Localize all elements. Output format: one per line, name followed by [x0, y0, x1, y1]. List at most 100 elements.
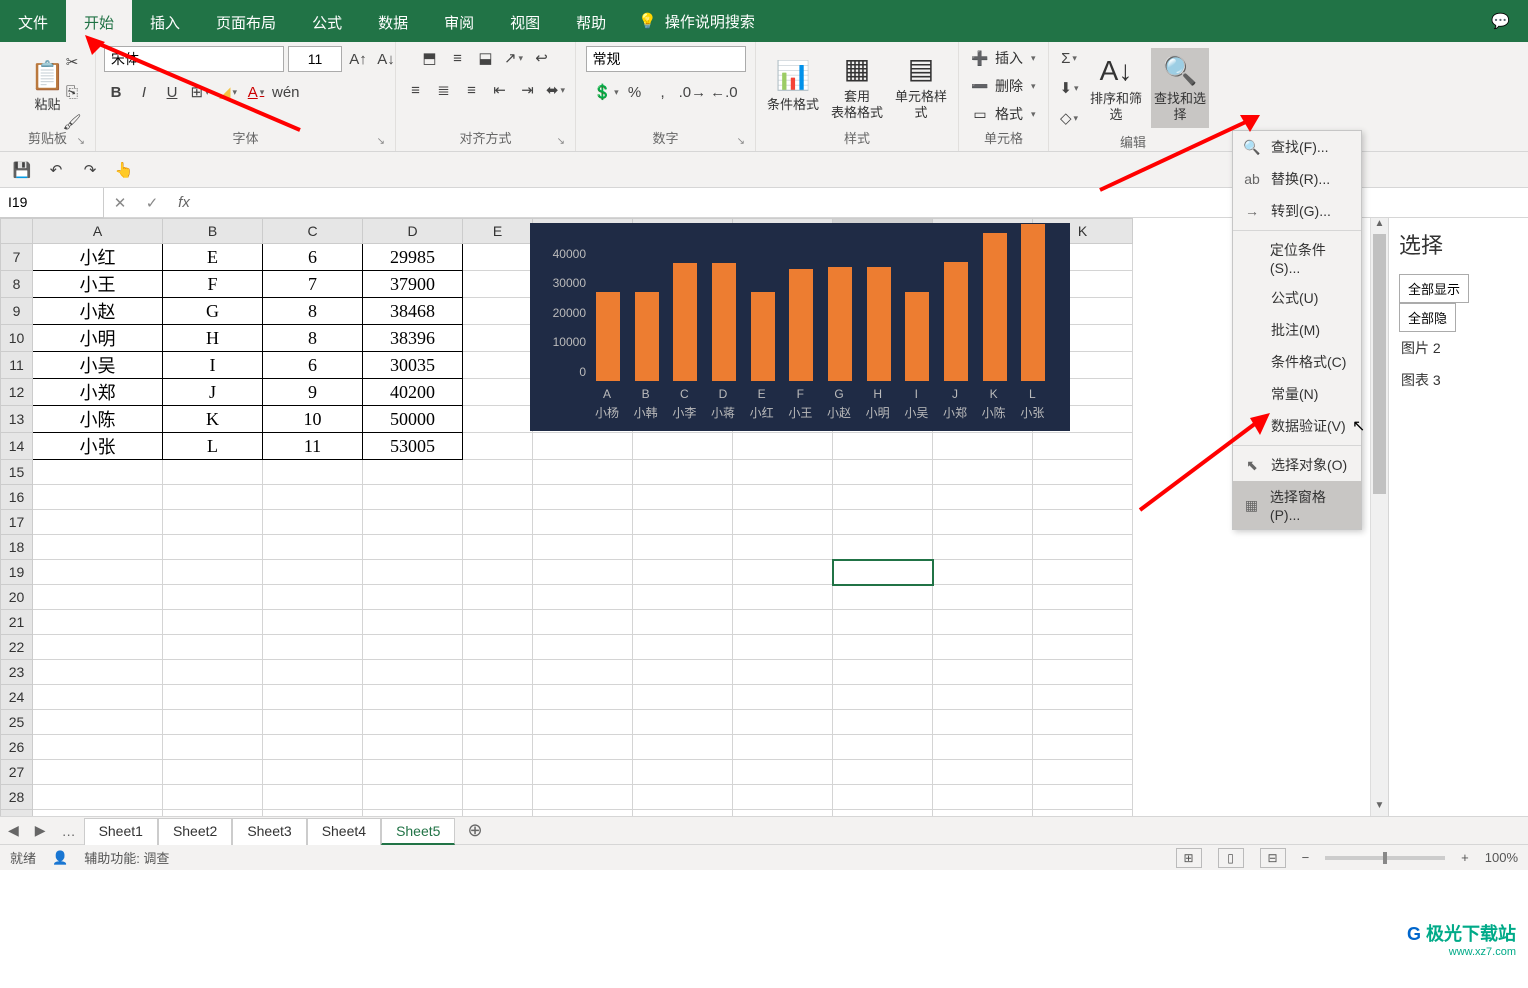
cell[interactable]	[463, 433, 533, 460]
cancel-icon[interactable]: ✕	[104, 194, 136, 212]
cell[interactable]	[933, 460, 1033, 485]
cell[interactable]	[533, 560, 633, 585]
cell[interactable]	[463, 298, 533, 325]
cell[interactable]	[833, 810, 933, 817]
cell[interactable]	[833, 485, 933, 510]
column-header[interactable]: D	[363, 219, 463, 244]
cell[interactable]	[933, 685, 1033, 710]
find-menu-item[interactable]: 数据验证(V)	[1233, 410, 1361, 442]
cell[interactable]	[463, 271, 533, 298]
comma-format-icon[interactable]: ,	[651, 80, 675, 104]
cell[interactable]	[1033, 760, 1133, 785]
format-cells-button[interactable]: ▭格式▾	[967, 102, 1040, 126]
cell[interactable]	[163, 460, 263, 485]
cell[interactable]	[833, 433, 933, 460]
cell[interactable]: 小王	[33, 271, 163, 298]
cell[interactable]	[33, 785, 163, 810]
cell[interactable]: 37900	[363, 271, 463, 298]
cell[interactable]	[1033, 433, 1133, 460]
cell[interactable]	[463, 406, 533, 433]
cell[interactable]	[463, 535, 533, 560]
insert-cells-button[interactable]: ➕插入▾	[967, 46, 1040, 70]
cell[interactable]	[933, 585, 1033, 610]
cell[interactable]	[1033, 460, 1133, 485]
copy-icon[interactable]: ⎘	[60, 80, 84, 104]
align-center-icon[interactable]: ≣	[432, 78, 456, 102]
find-menu-item[interactable]: 条件格式(C)	[1233, 346, 1361, 378]
cell[interactable]	[633, 535, 733, 560]
cell[interactable]: 30035	[363, 352, 463, 379]
cell[interactable]	[263, 585, 363, 610]
cell[interactable]	[533, 535, 633, 560]
comments-icon[interactable]: 💬	[1473, 0, 1528, 42]
cell[interactable]	[633, 810, 733, 817]
tab-插入[interactable]: 插入	[132, 0, 198, 42]
format-as-table-button[interactable]: ▦套用 表格格式	[828, 46, 886, 126]
cell[interactable]	[163, 810, 263, 817]
cell[interactable]	[463, 735, 533, 760]
cell[interactable]	[1033, 735, 1133, 760]
find-menu-item[interactable]: 常量(N)	[1233, 378, 1361, 410]
cell[interactable]	[833, 685, 933, 710]
cell[interactable]	[363, 685, 463, 710]
cell[interactable]	[933, 660, 1033, 685]
dialog-launcher-icon[interactable]: ↘	[377, 136, 385, 147]
cell[interactable]	[933, 485, 1033, 510]
cell[interactable]	[633, 433, 733, 460]
cell[interactable]	[463, 610, 533, 635]
cell[interactable]	[933, 635, 1033, 660]
chart-bar[interactable]	[673, 263, 697, 381]
row-header[interactable]: 29	[1, 810, 33, 817]
cell[interactable]	[263, 610, 363, 635]
clear-icon[interactable]: ◇▾	[1057, 106, 1081, 130]
decrease-decimal-icon[interactable]: ←.0	[710, 80, 738, 104]
wrap-text-icon[interactable]: ↩	[530, 46, 554, 70]
sheet-tab[interactable]: Sheet5	[381, 818, 455, 845]
cell[interactable]	[163, 535, 263, 560]
page-break-view-icon[interactable]: ⊟	[1260, 848, 1286, 868]
row-header[interactable]: 22	[1, 635, 33, 660]
cell[interactable]	[933, 610, 1033, 635]
cell[interactable]: L	[163, 433, 263, 460]
conditional-format-button[interactable]: 📊条件格式	[764, 46, 822, 126]
cell[interactable]	[933, 735, 1033, 760]
cell[interactable]: 小吴	[33, 352, 163, 379]
cell[interactable]	[1033, 535, 1133, 560]
cell[interactable]	[263, 660, 363, 685]
cell[interactable]	[33, 485, 163, 510]
cell[interactable]: 小明	[33, 325, 163, 352]
cell[interactable]	[1033, 635, 1133, 660]
merge-center-icon[interactable]: ⬌▾	[544, 78, 568, 102]
tab-视图[interactable]: 视图	[492, 0, 558, 42]
row-header[interactable]: 12	[1, 379, 33, 406]
accessibility-icon[interactable]: 👤	[52, 850, 68, 866]
cell[interactable]	[33, 810, 163, 817]
cell[interactable]	[833, 510, 933, 535]
italic-button[interactable]: I	[132, 80, 156, 104]
cell[interactable]	[1033, 585, 1133, 610]
row-header[interactable]: 17	[1, 510, 33, 535]
underline-button[interactable]: U	[160, 80, 184, 104]
cell[interactable]	[733, 510, 833, 535]
cell[interactable]	[933, 560, 1033, 585]
cell[interactable]	[33, 760, 163, 785]
chart-bar[interactable]	[789, 269, 813, 381]
fill-icon[interactable]: ⬇▾	[1057, 76, 1081, 100]
row-header[interactable]: 24	[1, 685, 33, 710]
align-bottom-icon[interactable]: ⬓	[474, 46, 498, 70]
chart-bar[interactable]	[905, 292, 929, 381]
cell[interactable]	[33, 460, 163, 485]
cell[interactable]	[33, 560, 163, 585]
tab-页面布局[interactable]: 页面布局	[198, 0, 294, 42]
cell[interactable]	[833, 660, 933, 685]
phonetic-button[interactable]: wén	[272, 80, 300, 104]
cell[interactable]	[533, 760, 633, 785]
find-menu-item[interactable]: →转到(G)...	[1233, 195, 1361, 227]
cell[interactable]	[33, 610, 163, 635]
cell[interactable]	[263, 560, 363, 585]
cell[interactable]	[463, 485, 533, 510]
bold-button[interactable]: B	[104, 80, 128, 104]
cell[interactable]	[463, 379, 533, 406]
cell[interactable]	[363, 460, 463, 485]
cell[interactable]	[633, 710, 733, 735]
